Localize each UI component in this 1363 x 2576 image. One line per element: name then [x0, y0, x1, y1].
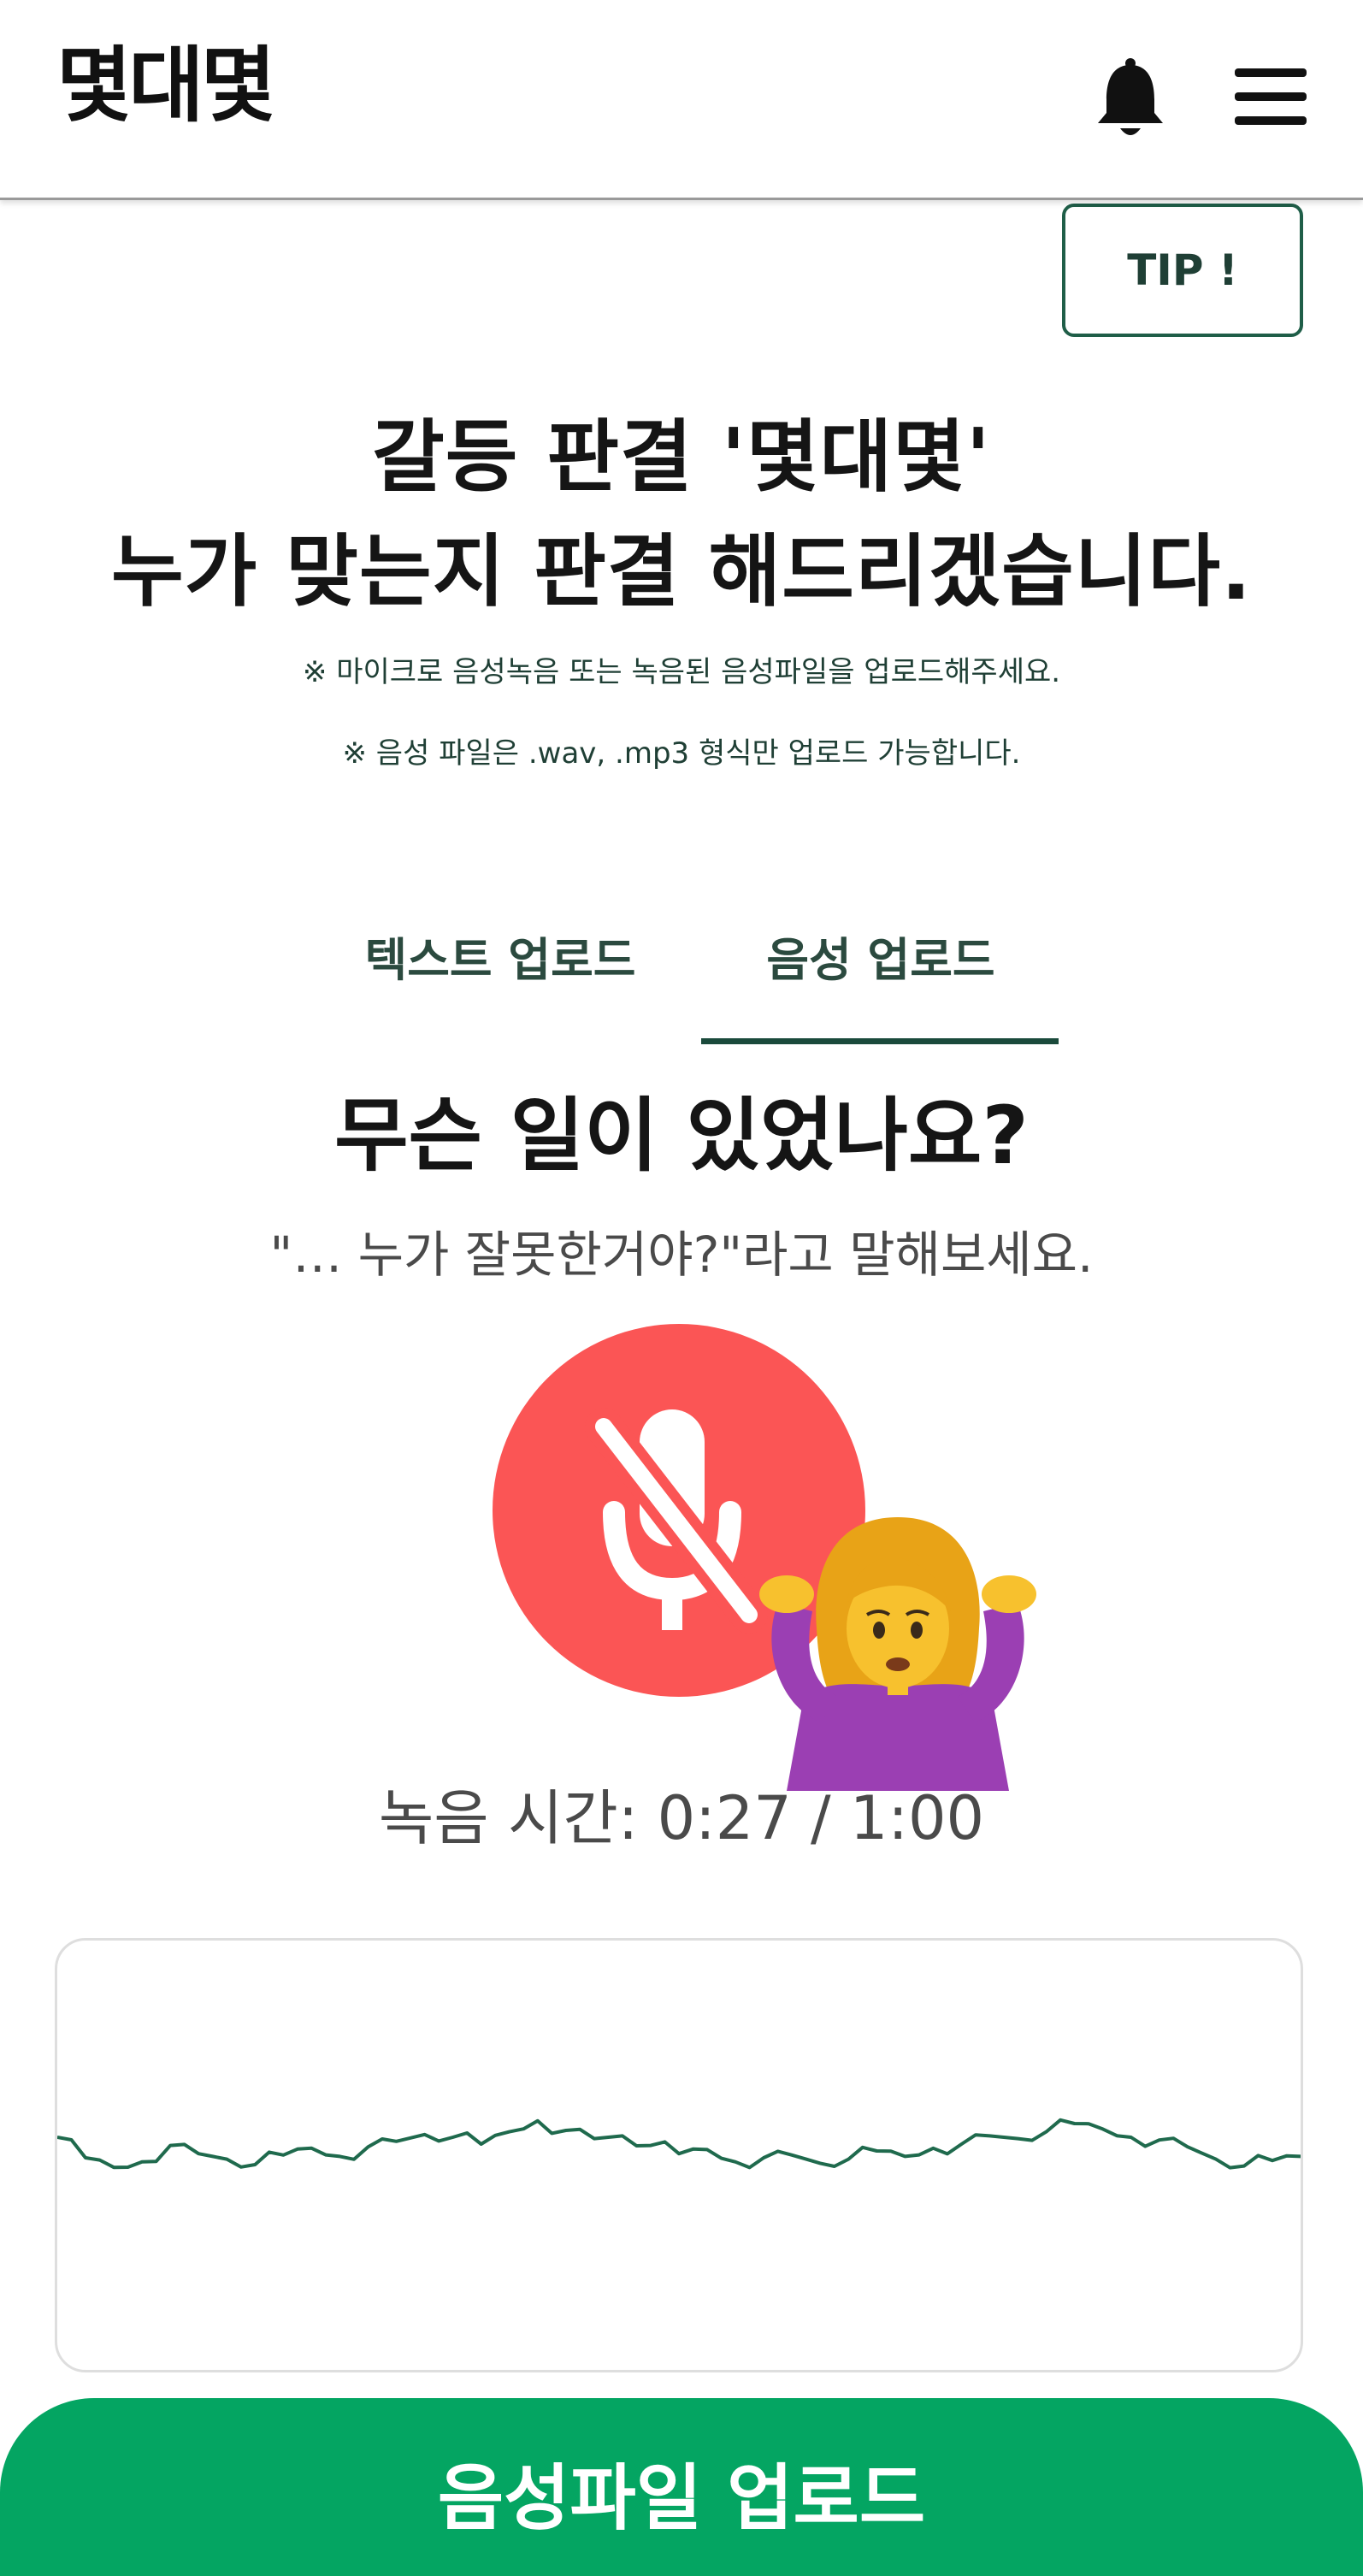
tab-voice-upload[interactable]: 음성 업로드	[710, 922, 1052, 990]
app-logo[interactable]: 몇대몇	[56, 44, 276, 127]
top-header: 몇대몇	[0, 0, 1363, 200]
recording-timer: 녹음 시간: 0:27 / 1:00	[378, 1783, 985, 1853]
upload-audio-button[interactable]: 음성파일 업로드	[0, 2398, 1363, 2576]
tab-text-upload[interactable]: 텍스트 업로드	[325, 922, 676, 990]
app-root: 몇대몇 TIP ! 갈등 판결 '몇대몇' 누가 맞는지 판결 해드리겠습니다.…	[0, 0, 1363, 2576]
bell-icon[interactable]	[1091, 56, 1170, 142]
speaking-hint: "… 누가 잘못한거야?"라고 말해보세요.	[269, 1226, 1094, 1284]
notice-upload-method: ※ 마이크로 음성녹음 또는 녹음된 음성파일을 업로드해주세요.	[302, 655, 1061, 689]
headline-line-2: 누가 맞는지 판결 해드리겠습니다.	[111, 526, 1252, 617]
headline-line-1: 갈등 판결 '몇대몇'	[372, 411, 991, 503]
audio-waveform	[56, 2118, 1301, 2170]
waveform-panel	[55, 1938, 1303, 2372]
page-headline: 갈등 판결 '몇대몇' 누가 맞는지 판결 해드리겠습니다.	[0, 400, 1363, 629]
hamburger-menu-icon[interactable]	[1235, 68, 1307, 125]
active-tab-indicator	[701, 1038, 1059, 1044]
person-shrugging-emoji	[727, 1509, 1069, 1791]
notice-file-format: ※ 음성 파일은 .wav, .mp3 형식만 업로드 가능합니다.	[342, 736, 1021, 771]
tip-button[interactable]: TIP !	[1062, 204, 1303, 337]
question-heading: 무슨 일이 있었나요?	[334, 1090, 1029, 1183]
